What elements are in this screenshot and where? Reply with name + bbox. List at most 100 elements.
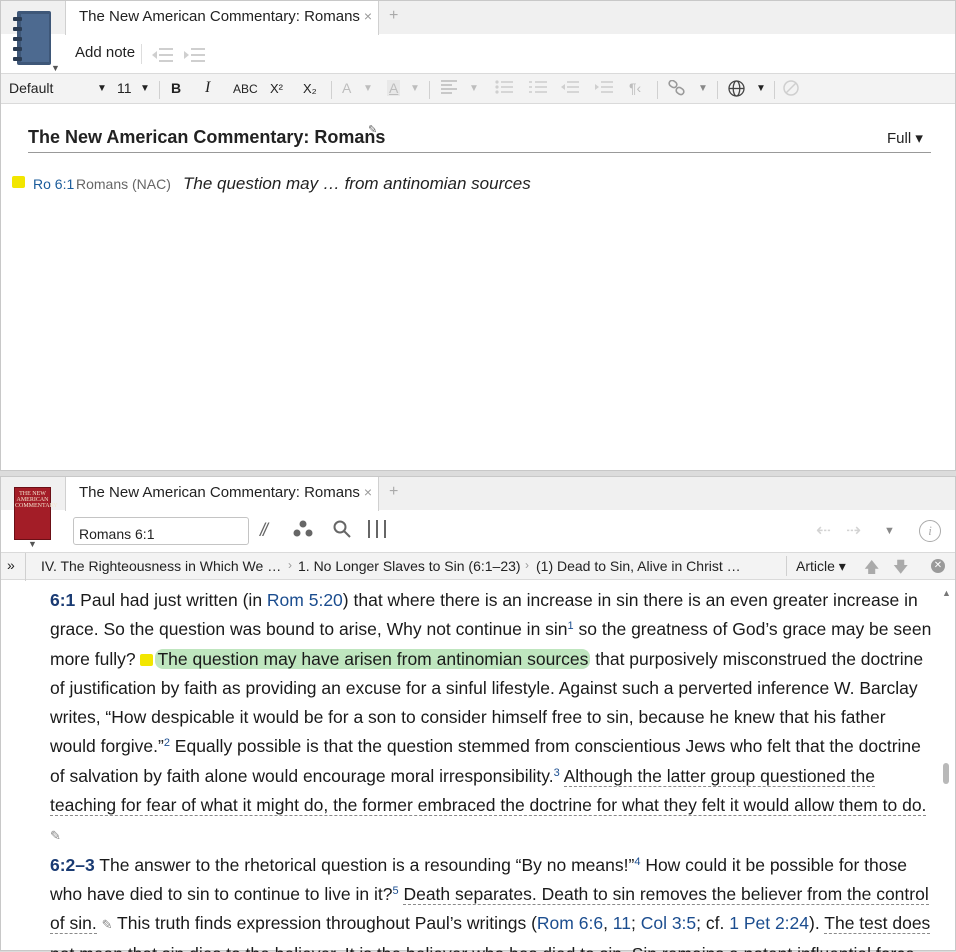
history-dropdown-icon[interactable]: ▼ (884, 525, 895, 537)
style-select[interactable]: Default (9, 80, 53, 96)
back-icon[interactable]: ⇠ (816, 520, 831, 541)
scripture-link[interactable]: Col 3:5 (641, 913, 696, 933)
highlight-dropdown-icon[interactable]: ▼ (410, 83, 420, 94)
note-source: Romans (NAC) (76, 176, 171, 192)
language-dropdown-icon[interactable]: ▼ (756, 83, 766, 94)
scroll-thumb[interactable] (943, 763, 949, 784)
next-section-icon[interactable]: 🡇 (893, 557, 908, 582)
note-flag-icon[interactable] (140, 653, 154, 666)
small-caps-button[interactable]: ABC (233, 82, 258, 96)
scripture-link[interactable]: Rom 5:20 (267, 590, 343, 610)
link-dropdown-icon[interactable]: ▼ (698, 83, 708, 94)
toolbar-divider (429, 81, 430, 99)
add-tab-icon[interactable]: + (389, 483, 398, 501)
note-text[interactable]: The question may … from antinomian sourc… (183, 174, 531, 194)
verse-number[interactable]: 6:1 (50, 590, 75, 610)
style-dropdown-icon[interactable]: ▼ (97, 83, 107, 94)
edit-title-icon[interactable]: ✎ (368, 123, 377, 136)
tab-close-icon[interactable]: × (364, 484, 372, 500)
font-size-dropdown-icon[interactable]: ▼ (140, 83, 150, 94)
notes-toolbar: Add note (65, 35, 955, 72)
toolbar-divider (159, 81, 160, 99)
font-size-select[interactable]: 11 (117, 80, 132, 96)
info-icon[interactable]: i (919, 520, 941, 542)
italic-button[interactable]: I (205, 79, 210, 97)
title-divider (28, 152, 931, 153)
visual-filters-icon[interactable] (293, 520, 313, 543)
superscript-button[interactable]: X² (270, 81, 283, 96)
parallel-resources-icon[interactable]: // (260, 520, 268, 541)
notes-tabbar: ▼ The New American Commentary: Romans × … (1, 1, 955, 73)
expand-panel-icon[interactable]: » (7, 557, 15, 573)
breadcrumb-item[interactable]: (1) Dead to Sin, Alive in Christ … (536, 558, 741, 574)
clear-format-icon[interactable] (783, 80, 799, 99)
note-flag-icon[interactable] (12, 176, 25, 188)
indent-icon[interactable] (183, 47, 205, 67)
tab-title: The New American Commentary: Romans (79, 484, 360, 501)
breadcrumb: » IV. The Righteousness in Which We … › … (1, 552, 955, 582)
subscript-button[interactable]: X₂ (303, 81, 317, 96)
notebook-icon[interactable] (13, 11, 53, 67)
toolbar-divider (774, 81, 775, 99)
text-run: ; (630, 913, 641, 934)
close-panel-icon[interactable]: ✕ (931, 559, 945, 573)
article-body: 6:1 Paul had just written (in Rom 5:20) … (21, 586, 933, 952)
tab-title: The New American Commentary: Romans (79, 8, 360, 25)
article-view-select[interactable]: Article ▾ (796, 558, 846, 575)
tab-notes[interactable]: The New American Commentary: Romans × (65, 1, 379, 35)
scripture-link[interactable]: Rom 6:6 (537, 913, 603, 933)
note-title[interactable]: The New American Commentary: Romans (28, 127, 385, 148)
highlight-color-button[interactable]: A (387, 80, 401, 96)
numbered-list-icon[interactable] (529, 80, 547, 97)
align-dropdown-icon[interactable]: ▼ (469, 83, 479, 94)
bullet-list-icon[interactable] (495, 80, 513, 97)
font-color-button[interactable]: A (342, 80, 351, 96)
text-run: ; cf. (696, 913, 730, 934)
book-menu-caret-icon[interactable]: ▼ (28, 539, 37, 549)
pen-note-icon[interactable]: ✎ (50, 828, 61, 843)
scripture-link[interactable]: 1 Pet 2:24 (729, 913, 809, 933)
bold-button[interactable]: B (171, 80, 181, 96)
forward-icon[interactable]: ⇢ (846, 520, 861, 541)
note-reference-link[interactable]: Ro 6:1 (33, 176, 74, 192)
book-cover-icon[interactable]: THE NEW AMERICAN COMMENTARY (14, 487, 58, 540)
align-icon[interactable] (441, 80, 457, 97)
font-color-dropdown-icon[interactable]: ▼ (363, 83, 373, 94)
footnote-marker[interactable]: 3 (554, 767, 560, 779)
tab-close-icon[interactable]: × (364, 8, 372, 24)
toolbar-divider (141, 44, 142, 64)
link-icon[interactable] (668, 79, 686, 99)
reference-input[interactable] (73, 517, 249, 545)
previous-section-icon[interactable]: 🡅 (864, 557, 879, 582)
article-paragraph: 6:2–3 The answer to the rhetorical quest… (21, 851, 933, 952)
tab-resource[interactable]: The New American Commentary: Romans × (65, 477, 379, 511)
highlighted-text[interactable]: The question may have arisen from antino… (155, 648, 591, 669)
paragraph-icon[interactable]: ¶‹ (629, 80, 641, 96)
verse-number[interactable]: 6:2–3 (50, 855, 95, 875)
increase-indent-icon[interactable] (595, 80, 613, 97)
breadcrumb-item[interactable]: 1. No Longer Slaves to Sin (6:1–23) (298, 558, 521, 574)
text-run: , (603, 913, 613, 934)
text-run: This truth finds expression throughout P… (112, 913, 537, 934)
scroll-up-icon[interactable]: ▲ (942, 588, 951, 598)
book-cover-title: THE NEW AMERICAN COMMENTARY (15, 491, 58, 509)
add-note-button[interactable]: Add note (75, 44, 135, 61)
text-run (560, 766, 564, 786)
decrease-indent-icon[interactable] (561, 80, 579, 97)
add-tab-icon[interactable]: + (389, 7, 398, 25)
columns-icon[interactable] (367, 520, 387, 543)
globe-icon[interactable] (728, 80, 745, 100)
notebook-menu-caret-icon[interactable]: ▼ (51, 63, 60, 73)
text-run: ). (809, 913, 825, 934)
toolbar-divider (657, 81, 658, 99)
article-paragraph: 6:1 Paul had just written (in Rom 5:20) … (21, 586, 933, 851)
search-icon[interactable] (333, 520, 351, 543)
scripture-link[interactable]: 11 (613, 913, 631, 933)
crumb-divider (786, 556, 787, 576)
pen-note-icon[interactable]: ✎ (102, 917, 113, 932)
vertical-scrollbar[interactable]: ▲ (939, 586, 953, 952)
note-view-select[interactable]: Full ▾ (887, 129, 923, 147)
breadcrumb-item[interactable]: IV. The Righteousness in Which We … (41, 558, 281, 574)
footnote-marker[interactable]: 5 (392, 885, 398, 897)
outdent-icon[interactable] (151, 47, 173, 67)
